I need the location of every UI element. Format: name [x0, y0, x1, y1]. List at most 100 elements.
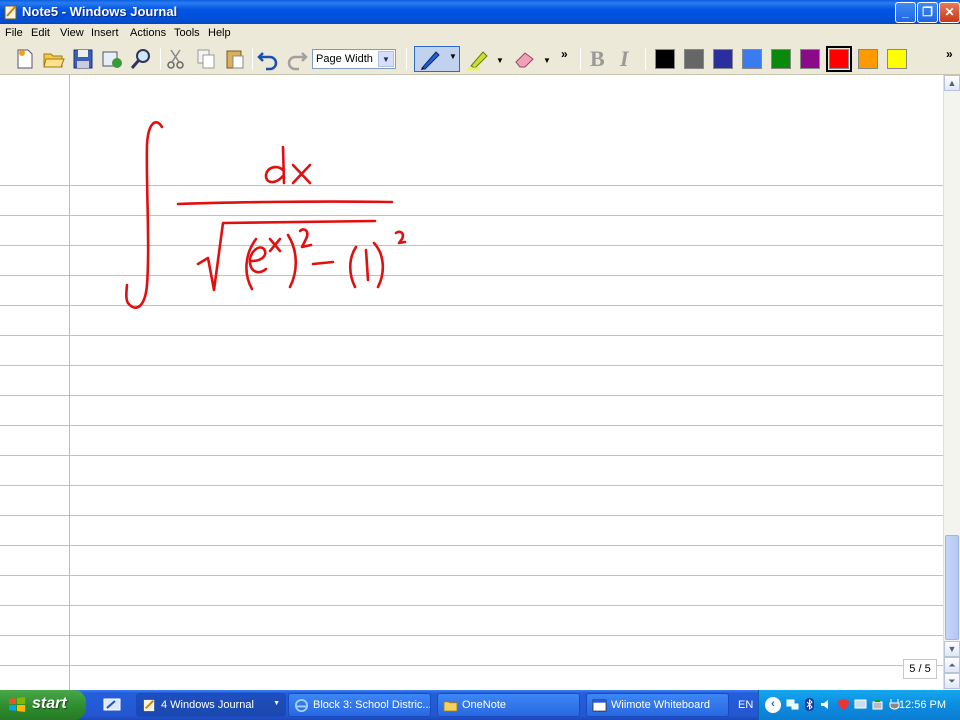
task-group-arrow-icon[interactable]: ▼	[273, 700, 280, 707]
color-swatch[interactable]	[655, 49, 675, 69]
color-swatch[interactable]	[800, 49, 820, 69]
copy-button[interactable]	[194, 47, 218, 71]
redo-button[interactable]	[285, 47, 309, 71]
menu-edit[interactable]: Edit	[31, 27, 50, 39]
send-icon	[102, 51, 122, 68]
bluetooth-icon[interactable]	[803, 698, 816, 711]
safely-remove-hardware-icon[interactable]	[871, 698, 884, 711]
new-note-button[interactable]	[13, 47, 37, 71]
paste-button[interactable]	[223, 47, 247, 71]
pen-dropdown-icon[interactable]: ▼	[449, 52, 457, 61]
undo-arrow-icon	[257, 52, 278, 71]
toolbar-separator	[160, 48, 161, 70]
close-paren-stroke	[286, 233, 298, 289]
windows-flag-icon	[9, 697, 25, 712]
security-shield-icon[interactable]	[837, 698, 850, 711]
scissors-icon	[167, 49, 184, 69]
menu-file[interactable]: File	[5, 27, 23, 39]
highlighter-tool-button[interactable]	[466, 47, 490, 71]
numerator-d-stroke	[264, 145, 286, 185]
cut-button[interactable]	[164, 47, 188, 71]
task-browser[interactable]: Block 3: School Distric...	[288, 693, 431, 717]
color-swatch[interactable]	[858, 49, 878, 69]
task-onenote[interactable]: OneNote	[437, 693, 580, 717]
one-stroke	[364, 248, 370, 282]
tray-expand-chevron-icon[interactable]: ‹	[765, 697, 781, 713]
eraser-tool-button[interactable]	[513, 47, 537, 71]
menu-actions[interactable]: Actions	[130, 27, 166, 39]
network-icon[interactable]	[786, 698, 799, 711]
bold-button[interactable]: B	[590, 46, 605, 72]
color-swatch[interactable]	[742, 49, 762, 69]
folder-icon	[443, 701, 458, 712]
eraser-dropdown-icon[interactable]: ▼	[543, 56, 551, 65]
undo-button[interactable]	[256, 47, 280, 71]
application-window-icon	[592, 699, 607, 712]
note-page[interactable]	[0, 75, 943, 690]
chevron-down-icon[interactable]: ▼	[378, 51, 394, 67]
e-stroke	[248, 246, 268, 274]
quick-launch-show-desktop-icon[interactable]	[103, 697, 121, 713]
numerator-x-stroke	[291, 163, 312, 185]
italic-button[interactable]: I	[620, 46, 629, 72]
title-bar: Note5 - Windows Journal _ ❐ ✕	[0, 0, 960, 24]
zoom-dropdown[interactable]: Page Width ▼	[312, 49, 396, 69]
task-wiimote-whiteboard[interactable]: Wiimote Whiteboard	[586, 693, 729, 717]
color-swatch[interactable]	[826, 46, 852, 72]
paste-clipboard-icon	[226, 50, 244, 69]
next-page-icon[interactable]: ⏷	[944, 673, 960, 689]
close-paren-2-stroke	[372, 241, 385, 289]
minimize-button[interactable]: _	[895, 2, 916, 23]
pen-icon	[421, 51, 440, 70]
highlighter-dropdown-icon[interactable]: ▼	[496, 56, 504, 65]
superscript-2b-stroke	[394, 230, 407, 245]
magnifier-icon	[130, 49, 150, 69]
task-label: OneNote	[462, 699, 507, 711]
toolbar-overflow-icon-right[interactable]: »	[946, 47, 953, 61]
start-button[interactable]: start	[0, 690, 86, 720]
find-button[interactable]	[129, 47, 153, 71]
start-label: start	[32, 695, 67, 712]
maximize-button[interactable]: ❐	[917, 2, 938, 23]
color-swatch[interactable]	[771, 49, 791, 69]
color-swatch[interactable]	[684, 49, 704, 69]
open-button[interactable]	[42, 47, 66, 71]
close-button[interactable]: ✕	[939, 2, 960, 23]
menu-help[interactable]: Help	[208, 27, 231, 39]
menu-view[interactable]: View	[60, 27, 84, 39]
task-windows-journal[interactable]: 4 Windows Journal ▼	[136, 693, 286, 717]
internet-explorer-icon	[294, 698, 309, 713]
menu-insert[interactable]: Insert	[91, 27, 119, 39]
volume-icon[interactable]	[820, 698, 833, 711]
toolbar-separator	[645, 48, 646, 70]
display-monitor-icon[interactable]	[854, 698, 867, 711]
eraser-icon	[515, 52, 534, 68]
system-tray: ‹ 12:56 PM	[758, 690, 960, 720]
journal-app-icon	[4, 5, 17, 20]
folder-open-icon	[43, 53, 65, 68]
clock[interactable]: 12:56 PM	[899, 699, 946, 711]
scroll-up-arrow-icon[interactable]: ▲	[944, 75, 960, 91]
pen-tool-button[interactable]: ▼	[414, 46, 460, 72]
color-swatch[interactable]	[887, 49, 907, 69]
menu-tools[interactable]: Tools	[174, 27, 200, 39]
copy-icon	[197, 49, 215, 69]
task-label: Block 3: School Distric...	[313, 699, 431, 711]
color-swatch[interactable]	[713, 49, 733, 69]
vertical-scrollbar[interactable]: ▲ ▼ ⏶ ⏷	[943, 75, 960, 690]
scroll-down-arrow-icon[interactable]: ▼	[944, 641, 960, 657]
journal-task-icon	[143, 699, 155, 712]
page-indicator: 5 / 5	[903, 659, 937, 679]
save-button[interactable]	[71, 47, 95, 71]
send-email-button[interactable]	[100, 47, 124, 71]
previous-page-icon[interactable]: ⏶	[944, 657, 960, 673]
integral-sign-stroke	[125, 121, 164, 309]
task-label: Wiimote Whiteboard	[611, 699, 711, 711]
zoom-value: Page Width	[316, 53, 373, 65]
scrollbar-thumb[interactable]	[945, 535, 959, 640]
superscript-x-stroke	[268, 237, 282, 253]
superscript-2-stroke	[298, 228, 313, 249]
toolbar-overflow-icon[interactable]: »	[561, 47, 568, 61]
handwritten-ink	[125, 121, 407, 309]
language-indicator[interactable]: EN	[738, 699, 753, 711]
